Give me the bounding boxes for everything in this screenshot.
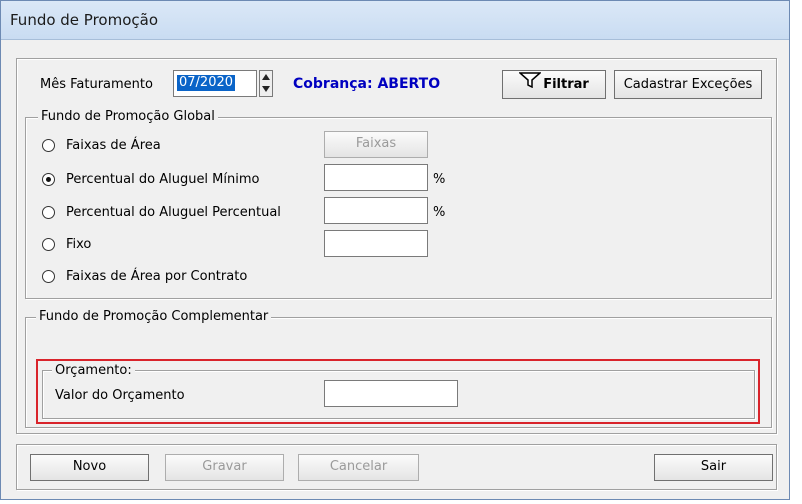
mes-faturamento-label: Mês Faturamento — [40, 77, 153, 92]
filtrar-label: Filtrar — [543, 77, 589, 92]
label-faixas-contrato: Faixas de Área por Contrato — [66, 269, 248, 284]
gravar-label: Gravar — [202, 459, 247, 474]
title-bar: Fundo de Promoção — [1, 1, 789, 40]
cobranca-status: Cobrança: ABERTO — [293, 76, 441, 92]
funnel-icon — [518, 71, 543, 98]
mes-faturamento-input[interactable]: 07/2020 — [173, 70, 257, 97]
window-title: Fundo de Promoção — [10, 11, 159, 29]
cancelar-label: Cancelar — [329, 459, 388, 474]
spin-down-icon[interactable] — [262, 86, 270, 92]
gravar-button[interactable]: Gravar — [165, 454, 284, 481]
novo-label: Novo — [72, 459, 107, 474]
label-aluguel-percentual: Percentual do Aluguel Percentual — [66, 205, 281, 220]
sair-button[interactable]: Sair — [654, 454, 773, 481]
aluguel-percentual-input[interactable] — [324, 197, 428, 224]
radio-aluguel-percentual[interactable] — [42, 206, 55, 219]
radio-faixas-contrato[interactable] — [42, 270, 55, 283]
radio-aluguel-minimo[interactable] — [42, 173, 55, 186]
main-window: Fundo de Promoção Mês Faturamento 07/202… — [0, 0, 790, 500]
aluguel-minimo-input[interactable] — [324, 164, 428, 191]
valor-orcamento-label: Valor do Orçamento — [55, 388, 185, 403]
faixas-label: Faixas — [355, 136, 397, 151]
mes-faturamento-value: 07/2020 — [177, 75, 236, 91]
complementar-group-title: Fundo de Promoção Complementar — [36, 309, 272, 324]
label-faixas-area: Faixas de Área — [66, 138, 161, 153]
cadastrar-excecoes-button[interactable]: Cadastrar Exceções — [614, 70, 762, 99]
label-fixo: Fixo — [66, 237, 92, 252]
novo-button[interactable]: Novo — [30, 454, 149, 481]
pct-symbol-2: % — [433, 205, 446, 220]
global-group-title: Fundo de Promoção Global — [38, 109, 218, 124]
radio-fixo[interactable] — [42, 238, 55, 251]
cadastrar-label: Cadastrar Exceções — [623, 77, 753, 92]
cancelar-button[interactable]: Cancelar — [298, 454, 419, 481]
orcamento-title: Orçamento: — [52, 363, 135, 378]
filtrar-button[interactable]: Filtrar — [502, 70, 606, 99]
label-aluguel-minimo: Percentual do Aluguel Mínimo — [66, 172, 260, 187]
sair-label: Sair — [700, 459, 727, 474]
pct-symbol-1: % — [433, 172, 446, 187]
faixas-button[interactable]: Faixas — [324, 131, 428, 158]
mes-spinner[interactable] — [259, 70, 273, 97]
radio-faixas-area[interactable] — [42, 139, 55, 152]
valor-orcamento-input[interactable] — [324, 380, 458, 407]
fixo-input[interactable] — [324, 230, 428, 257]
spin-up-icon[interactable] — [262, 74, 270, 80]
